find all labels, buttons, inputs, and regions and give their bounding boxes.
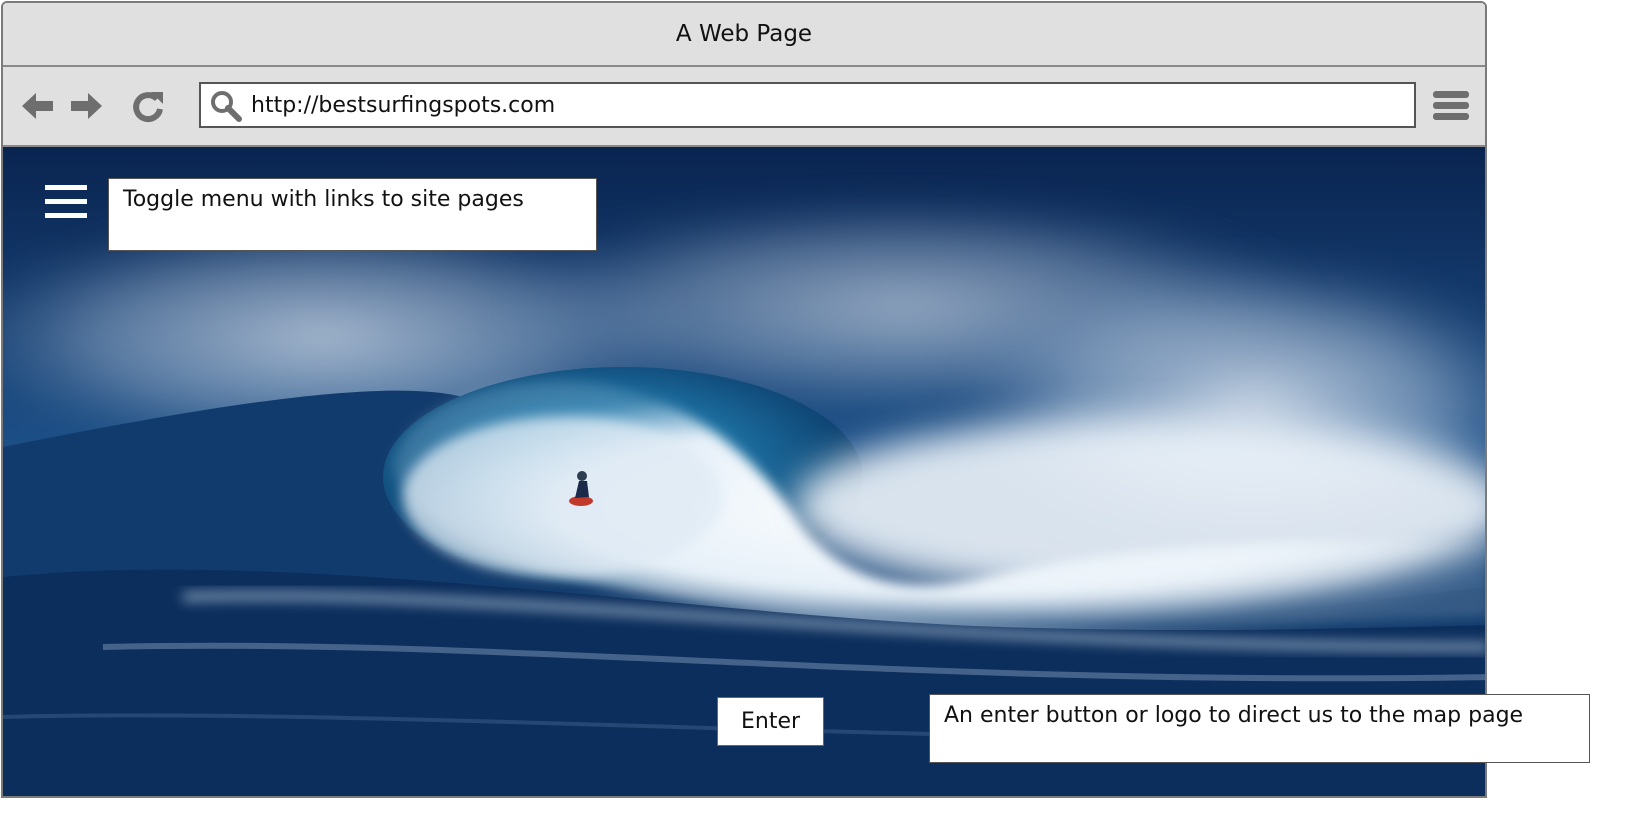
address-bar[interactable] [199,82,1416,128]
back-button[interactable] [19,89,57,123]
hamburger-menu-icon [1433,91,1469,120]
enter-button[interactable]: Enter [717,697,824,746]
forward-button[interactable] [67,89,105,123]
enter-annotation-text: An enter button or logo to direct us to … [944,703,1524,728]
reload-icon [133,92,163,123]
browser-menu-button[interactable] [1431,87,1471,125]
reload-button[interactable] [129,89,167,123]
browser-window: A Web Page [1,1,1487,798]
site-menu-toggle[interactable] [43,183,89,221]
browser-toolbar [3,67,1485,147]
hamburger-menu-icon [45,185,87,218]
enter-annotation-note: An enter button or logo to direct us to … [929,694,1590,763]
search-icon [211,91,242,122]
window-titlebar: A Web Page [3,3,1485,67]
menu-annotation-note: Toggle menu with links to site pages [108,178,597,251]
arrow-left-icon [22,93,53,119]
menu-annotation-text: Toggle menu with links to site pages [123,187,524,212]
arrow-right-icon [71,93,102,119]
url-input[interactable] [251,88,1401,122]
window-title: A Web Page [675,21,813,47]
